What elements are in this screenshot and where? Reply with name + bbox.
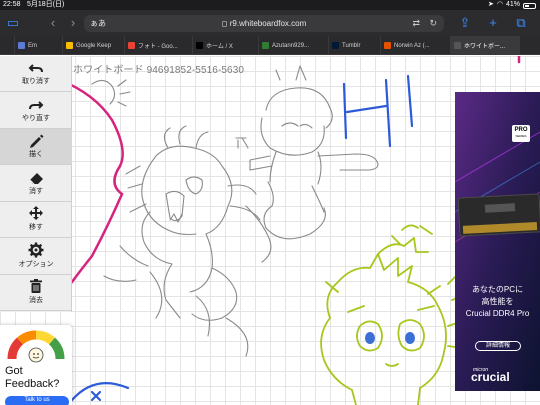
talk-to-us-button[interactable]: Talk to us [5, 396, 69, 405]
redo-icon [29, 100, 44, 109]
browser-tab[interactable]: ホーム / X [192, 36, 258, 55]
url-display[interactable]: r9.whiteboardfox.com [84, 15, 444, 32]
browser-tab[interactable]: Azutann929... [258, 36, 328, 55]
feedback-widget[interactable]: Got Feedback? Talk to us [0, 325, 72, 405]
tab-label: Em [28, 42, 37, 49]
back-icon[interactable]: ‹ [44, 14, 62, 32]
tumblr-icon [332, 42, 339, 49]
trash-icon [30, 279, 42, 293]
browser-tab[interactable]: Em [14, 36, 62, 55]
tool-label: やり直す [22, 114, 50, 122]
photos-icon [128, 42, 135, 49]
gear-tool-button[interactable]: オプション [0, 239, 72, 275]
ad-line-1: あなたのPCに [471, 285, 524, 294]
browser-toolbar: ▭ ‹ › ぁあ r9.whiteboardfox.com ⇄ ↻ ⇪ + ⧉ [0, 10, 540, 36]
trash-tool-button[interactable]: 消去 [0, 275, 72, 311]
pink-strokes [58, 56, 521, 284]
tab-label: Tumblr [342, 42, 361, 49]
wifi-icon: ◠ [496, 1, 503, 8]
tabs-overview-icon[interactable]: ⧉ [512, 14, 530, 32]
address-bar[interactable]: ぁあ r9.whiteboardfox.com ⇄ ↻ [84, 15, 444, 32]
gray-sketch-strokes [91, 65, 379, 357]
browser-tab[interactable]: Google Keep [62, 36, 124, 55]
browser-tab[interactable]: Tumblr [328, 36, 380, 55]
lock-icon [221, 21, 227, 27]
tab-label: Norwin Az (... [394, 42, 430, 49]
ad-brand: crucial [471, 370, 510, 384]
pro-badge-subtext: SERIES [515, 134, 527, 138]
whiteboard-icon [454, 42, 461, 49]
tool-label: 描く [29, 151, 43, 158]
tab-label: ホーム / X [206, 44, 233, 50]
pencil-tool-button[interactable]: 描く [0, 129, 72, 165]
undo-tool-button[interactable]: 取り消す [0, 56, 72, 92]
tool-label: 消す [29, 187, 43, 195]
tab-label: ホワイトボー... [464, 44, 506, 50]
tab-label: Azutann929... [272, 42, 310, 49]
feedback-gauge-icon [7, 330, 65, 363]
location-icon: ➤ [488, 1, 494, 8]
norwin-icon [384, 42, 391, 49]
battery-level [525, 5, 529, 7]
ad-line-3: Crucial DDR4 Pro [465, 309, 530, 318]
undo-icon [28, 64, 43, 73]
advertisement[interactable]: PRO SERIES あなたのPCに 高性能を Crucial DDR4 Pro … [455, 92, 540, 391]
browser-tab[interactable]: ホワイトボー... [450, 36, 520, 55]
url-text: r9.whiteboardfox.com [229, 19, 307, 28]
pencil-icon [30, 134, 44, 148]
status-time: 22:58 [3, 1, 21, 8]
tool-label: 移す [29, 224, 43, 231]
tab-label: フォト - Goo... [138, 44, 178, 50]
status-date: 5月18日(日) [27, 1, 65, 8]
move-tool-button[interactable]: 移す [0, 202, 72, 238]
battery-percent: 41% [505, 1, 520, 8]
tool-panel: 取り消すやり直す描く消す移すオプション消去 [0, 56, 72, 312]
x-icon [196, 42, 203, 49]
blue-strokes [70, 74, 414, 402]
ad-line-2: 高性能を [481, 297, 514, 306]
pro-badge-text: PRO [514, 127, 528, 133]
feedback-label: Got Feedback? [5, 365, 60, 390]
translate-icon[interactable]: ⇄ [412, 15, 420, 32]
gear-icon [28, 242, 44, 257]
move-icon [29, 206, 43, 220]
pro-series-badge: PRO SERIES [512, 125, 530, 142]
browser-tab[interactable]: フォト - Goo... [124, 36, 192, 55]
tab-strip: Em Google Keep フォト - Goo... ホーム / X Azutann9… [0, 36, 540, 55]
azutann-icon [262, 42, 269, 49]
eraser-icon [29, 172, 43, 184]
new-tab-icon[interactable]: + [484, 14, 502, 32]
green-character-eyes [365, 332, 415, 344]
status-bar: 22:58 5月18日(日) ➤ ◠ 41% [0, 0, 540, 10]
reload-icon[interactable]: ↻ [429, 15, 437, 32]
eraser-tool-button[interactable]: 消す [0, 166, 72, 202]
ad-details-button[interactable]: 詳細情報 [475, 341, 521, 351]
status-indicators: ➤ ◠ 41% [488, 0, 536, 10]
tool-label: 取り消す [22, 78, 50, 85]
tool-label: 消去 [29, 297, 43, 304]
board-title: ホワイトボード 94691852-5516-5630 [73, 65, 245, 76]
browser-tab[interactable]: Norwin Az (... [380, 36, 450, 55]
tab-label: Google Keep [76, 42, 112, 49]
redo-tool-button[interactable]: やり直す [0, 93, 72, 129]
ad-copy: あなたのPCに 高性能を Crucial DDR4 Pro [455, 284, 540, 320]
tool-label: オプション [18, 260, 54, 268]
sidebar-toggle-icon[interactable]: ▭ [4, 14, 22, 32]
share-icon[interactable]: ⇪ [456, 14, 474, 32]
keep-icon [66, 42, 73, 49]
generic-icon [18, 42, 25, 49]
forward-icon[interactable]: › [64, 14, 82, 32]
battery-icon [523, 3, 536, 9]
green-strokes [320, 224, 463, 405]
